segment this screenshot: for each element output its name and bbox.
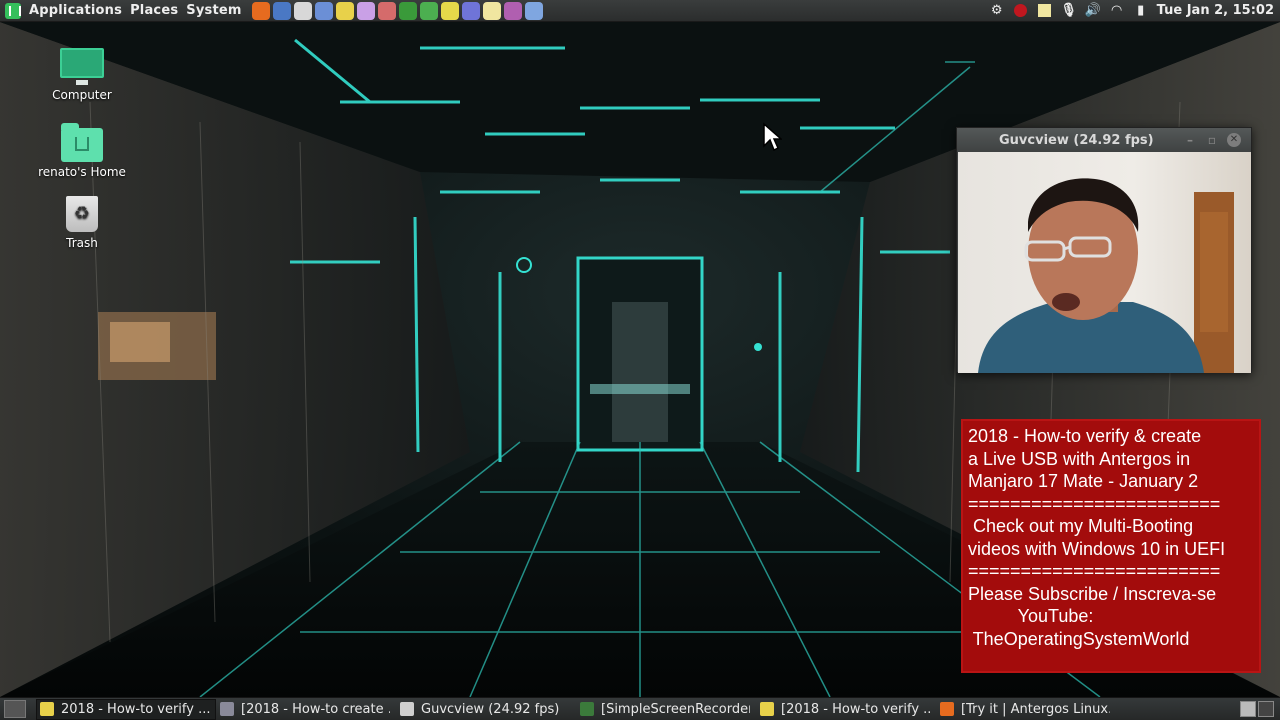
info-divider: ======================== [968,561,1221,581]
taskbar-item[interactable]: [2018 - How-to create ... [216,699,396,720]
menu-places[interactable]: Places [128,3,184,18]
workspace-1[interactable] [1240,701,1256,717]
chromium-icon[interactable] [272,1,291,20]
wifi-icon[interactable]: ◠ [1109,3,1125,19]
plus-icon[interactable] [440,1,459,20]
workspace-switcher[interactable] [1240,701,1274,717]
maximize-button[interactable]: ▫ [1201,133,1223,147]
desktop-icon-home[interactable]: renato's Home [32,123,132,179]
taskbar-item[interactable]: 2018 - How-to verify ... [36,698,216,720]
taskbar-item[interactable]: [2018 - How-to verify ... [756,699,936,720]
desktop-icon-label: renato's Home [38,165,126,179]
hexchat-icon[interactable] [419,1,438,20]
browser-icon[interactable] [377,1,396,20]
window-titlebar[interactable]: Guvcview (24.92 fps) – ▫ ✕ [957,128,1251,152]
computer-icon [60,48,104,85]
manjaro-logo-icon[interactable] [5,2,21,19]
info-line: videos with Windows 10 in UEFI [968,538,1226,559]
camera-icon[interactable] [293,1,312,20]
taskbar-item[interactable]: [Try it | Antergos Linux... [936,699,1116,720]
notes-icon[interactable] [1037,3,1053,19]
workspace-2[interactable] [1258,701,1274,717]
window-list: 2018 - How-to verify ... [2018 - How-to c… [36,698,1116,720]
menu-applications[interactable]: Applications [27,3,128,18]
minimize-button[interactable]: – [1179,133,1201,147]
disc-icon[interactable] [335,1,354,20]
launcher-bar [251,1,543,20]
document-icon [220,702,234,716]
system-tray: ⚙ 🎙 🔊 ◠ ▮ Tue Jan 2, 15:02 [989,3,1280,19]
notes-icon [40,702,54,716]
info-divider: ======================== [968,493,1221,514]
recorder-icon [580,702,594,716]
settings-icon[interactable] [503,1,522,20]
info-line: YouTube: [968,606,1094,626]
webcam-preview [958,152,1251,373]
battery-icon[interactable]: ▮ [1133,3,1149,19]
taskbar-item[interactable]: [SimpleScreenRecorder] [576,699,756,720]
microphone-icon[interactable]: 🎙 [1060,3,1077,19]
text-editor-icon[interactable] [461,1,480,20]
top-panel: Applications Places System ⚙ 🎙 🔊 ◠ ▮ Tue… [0,0,1280,22]
desktop-icon-computer[interactable]: Computer [32,48,132,102]
firefox-icon[interactable] [251,1,270,20]
firefox-icon [940,702,954,716]
close-button[interactable]: ✕ [1227,133,1241,147]
taskbar-item[interactable]: Guvcview (24.92 fps) [396,699,576,720]
system-monitor-icon[interactable] [398,1,417,20]
files-icon[interactable] [356,1,375,20]
clock[interactable]: Tue Jan 2, 15:02 [1157,3,1274,18]
volume-icon[interactable]: 🔊 [1085,3,1101,19]
info-line: Check out my Multi-Booting [968,516,1194,536]
desktop-icon-trash[interactable]: ♻ Trash [32,196,132,250]
home-folder-icon [61,123,103,162]
taskbar: 2018 - How-to verify ... [2018 - How-to c… [0,697,1280,720]
window-icon [400,702,414,716]
taskbar-item-label: Guvcview (24.92 fps) [421,701,560,717]
info-line: Please Subscribe / Inscreva-se [968,583,1217,604]
show-desktop-button[interactable] [4,700,26,718]
desktop-icon-label: Trash [66,236,98,250]
taskbar-item-label: [SimpleScreenRecorder] [601,701,750,717]
window-title: Guvcview (24.92 fps) [999,132,1154,148]
menu-system[interactable]: System [184,3,247,18]
mouse-pointer-icon [763,122,782,152]
info-line: Manjaro 17 Mate - January 2 [968,471,1199,491]
settings-gear-icon[interactable]: ⚙ [989,3,1005,19]
taskbar-item-label: 2018 - How-to verify ... [61,701,210,717]
trash-icon: ♻ [66,196,98,232]
record-icon[interactable] [1013,3,1029,19]
screen-capture-icon[interactable] [524,1,543,20]
screenshot-icon[interactable] [314,1,333,20]
notes-icon[interactable] [482,1,501,20]
info-line: a Live USB with Antergos in [968,448,1191,469]
info-line: TheOperatingSystemWorld [968,628,1190,649]
taskbar-item-label: [Try it | Antergos Linux... [961,701,1110,717]
desktop-icon-label: Computer [52,88,112,102]
notes-icon [760,702,774,716]
video-info-overlay: 2018 - How-to verify & create a Live USB… [961,419,1261,673]
info-line: 2018 - How-to verify & create [968,426,1202,446]
taskbar-item-label: [2018 - How-to verify ... [781,701,930,717]
taskbar-item-label: [2018 - How-to create ... [241,701,390,717]
guvcview-window[interactable]: Guvcview (24.92 fps) – ▫ ✕ [956,127,1252,373]
